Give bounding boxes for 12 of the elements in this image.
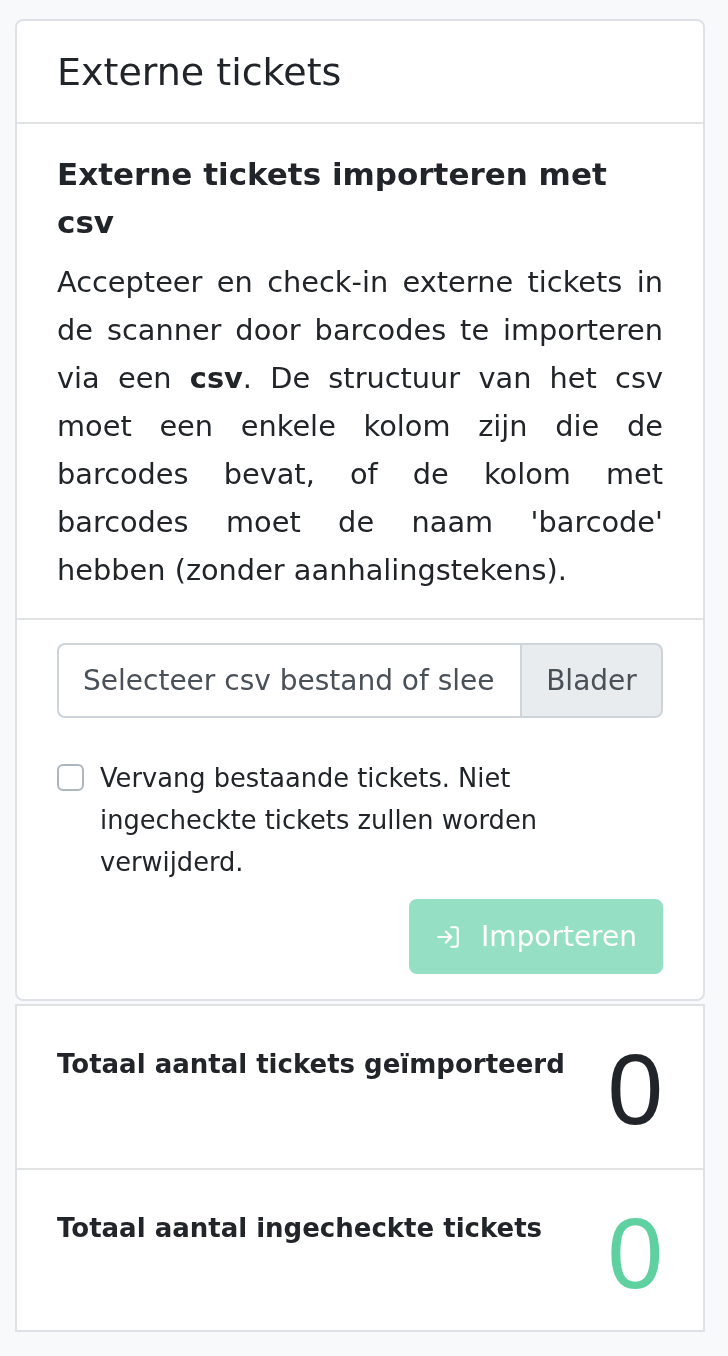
file-input-field[interactable]: Selecteer csv bestand of slee [57,643,520,718]
stat-value: 0 [607,1203,663,1303]
checkbox-label: Vervang bestaande tickets. Niet ingecheckte tickets zullen worden verwijderd. [100,762,538,879]
section-title: Externe tickets importeren met csv [57,155,608,242]
stat-label: Totaal aantal tickets geïmporteerd [57,1048,565,1081]
checkbox[interactable] [57,764,84,791]
description-text: Accepteer en check-in externe tickets in de scanner door barcodes te importeren via een csv. De structuur van het csv moet een enkele kolom zijn die de barcodes bevat, of de kolom met barcodes moet de naam 'barcode' hebben (zonder aanhalingstekens). [57,264,663,589]
card-title: Externe tickets [57,48,342,96]
stat-value: 0 [607,1039,663,1139]
browse-button[interactable]: Blader [520,643,663,718]
login-icon [434,923,461,950]
stat-label: Totaal aantal ingecheckte tickets [57,1212,543,1245]
